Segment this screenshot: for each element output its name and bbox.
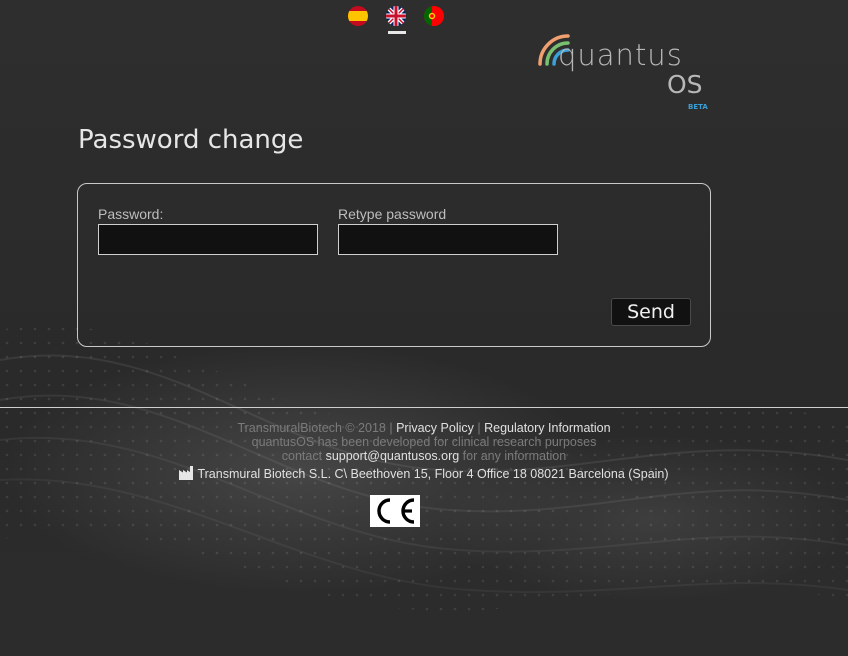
contact-line: contact support@quantusos.org for any in… [0,449,848,463]
contact-suffix: for any information [462,449,567,463]
portugal-flag-icon [424,6,444,26]
copyright-text: TransmuralBiotech © 2018 [237,421,386,435]
support-email-link[interactable]: support@quantusos.org [326,449,460,463]
retype-password-input[interactable] [338,224,558,255]
retype-password-label: Retype password [338,206,447,222]
language-es[interactable] [348,6,368,26]
factory-icon [179,466,194,480]
regulatory-information-link[interactable]: Regulatory Information [484,421,610,435]
privacy-policy-link[interactable]: Privacy Policy [396,421,474,435]
address-text: Transmural Biotech S.L. C\ Beethoven 15,… [197,467,669,481]
password-input[interactable] [98,224,318,255]
language-en[interactable] [386,6,406,26]
password-change-form: Password: Retype password Send [77,183,711,347]
password-label: Password: [98,206,164,222]
ce-mark: CE [370,495,420,527]
page-title: Password change [78,125,304,155]
logo-os-text: OS [667,70,703,99]
uk-flag-icon [386,6,406,26]
contact-prefix: contact [281,449,323,463]
footer: TransmuralBiotech © 2018 | Privacy Polic… [0,421,848,482]
development-note: quantusOS has been developed for clinica… [251,435,597,449]
language-pt[interactable] [424,6,444,26]
spain-flag-icon [348,6,368,26]
separator: | [389,421,393,435]
logo-beta-badge: BETA [688,103,708,111]
quantusos-logo: quantus OS BETA [536,30,716,114]
page: quantus OS BETA Password change Password… [0,0,848,656]
footer-legal-line: TransmuralBiotech © 2018 | Privacy Polic… [0,421,848,435]
footer-divider [0,407,848,408]
selected-language-indicator [388,31,406,34]
language-selector [348,6,444,26]
send-button[interactable]: Send [611,298,691,326]
logo-brand-text: quantus [558,38,683,72]
separator: | [477,421,481,435]
manufacturer-address: Transmural Biotech S.L. C\ Beethoven 15,… [0,466,848,482]
ce-mark-icon: CE [377,498,415,524]
